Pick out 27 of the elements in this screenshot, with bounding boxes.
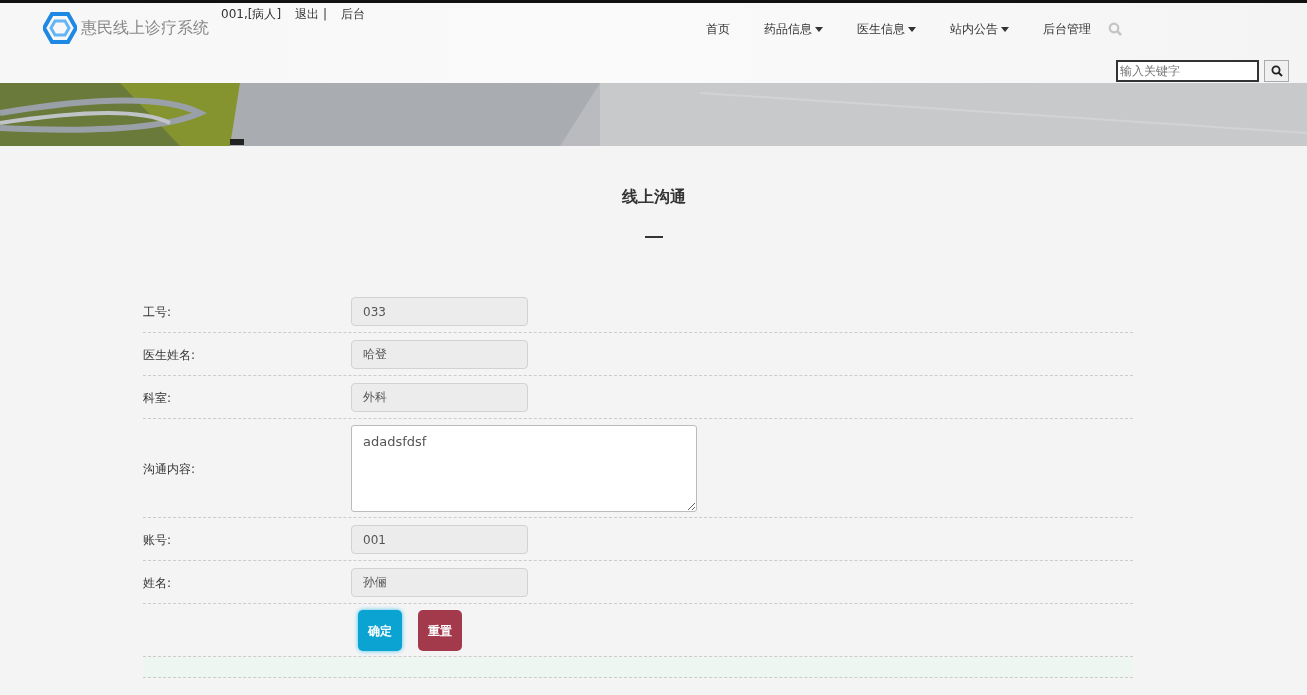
text-area[interactable]: adadsfdsf: [351, 425, 697, 512]
site-name: 惠民线上诊疗系统: [81, 17, 209, 39]
nav-link[interactable]: 医生信息: [840, 20, 933, 38]
nav-link[interactable]: 首页: [689, 20, 747, 38]
input-field[interactable]: 孙俪: [351, 568, 528, 597]
field-label: 姓名:: [143, 574, 173, 592]
user-link[interactable]: 001,[病人]: [221, 5, 282, 23]
input-field[interactable]: 033: [351, 297, 528, 326]
search-icon: [1270, 65, 1283, 77]
nav-link[interactable]: 药品信息: [747, 20, 840, 38]
input-field[interactable]: 哈登: [351, 340, 528, 369]
nav-link[interactable]: 后台管理: [1026, 20, 1108, 38]
header-link[interactable]: 后台: [340, 5, 365, 23]
field-label: 账号:: [143, 531, 173, 549]
field-label: 工号:: [143, 303, 173, 321]
search-button[interactable]: [1264, 60, 1289, 82]
field-label: 医生姓名:: [143, 346, 197, 364]
reset-button[interactable]: 重置: [418, 610, 462, 651]
nav-link[interactable]: 站内公告: [933, 20, 1026, 38]
input-field[interactable]: 001: [351, 525, 528, 554]
logo-icon: [43, 12, 77, 44]
header-link[interactable]: 退出 |: [295, 5, 327, 23]
field-label: 科室:: [143, 389, 173, 407]
search-field[interactable]: 输入关键字: [1116, 60, 1259, 82]
field-label: 沟通内容:: [143, 460, 197, 478]
input-field[interactable]: 外科: [351, 383, 528, 412]
page-title: 线上沟通: [620, 186, 687, 208]
